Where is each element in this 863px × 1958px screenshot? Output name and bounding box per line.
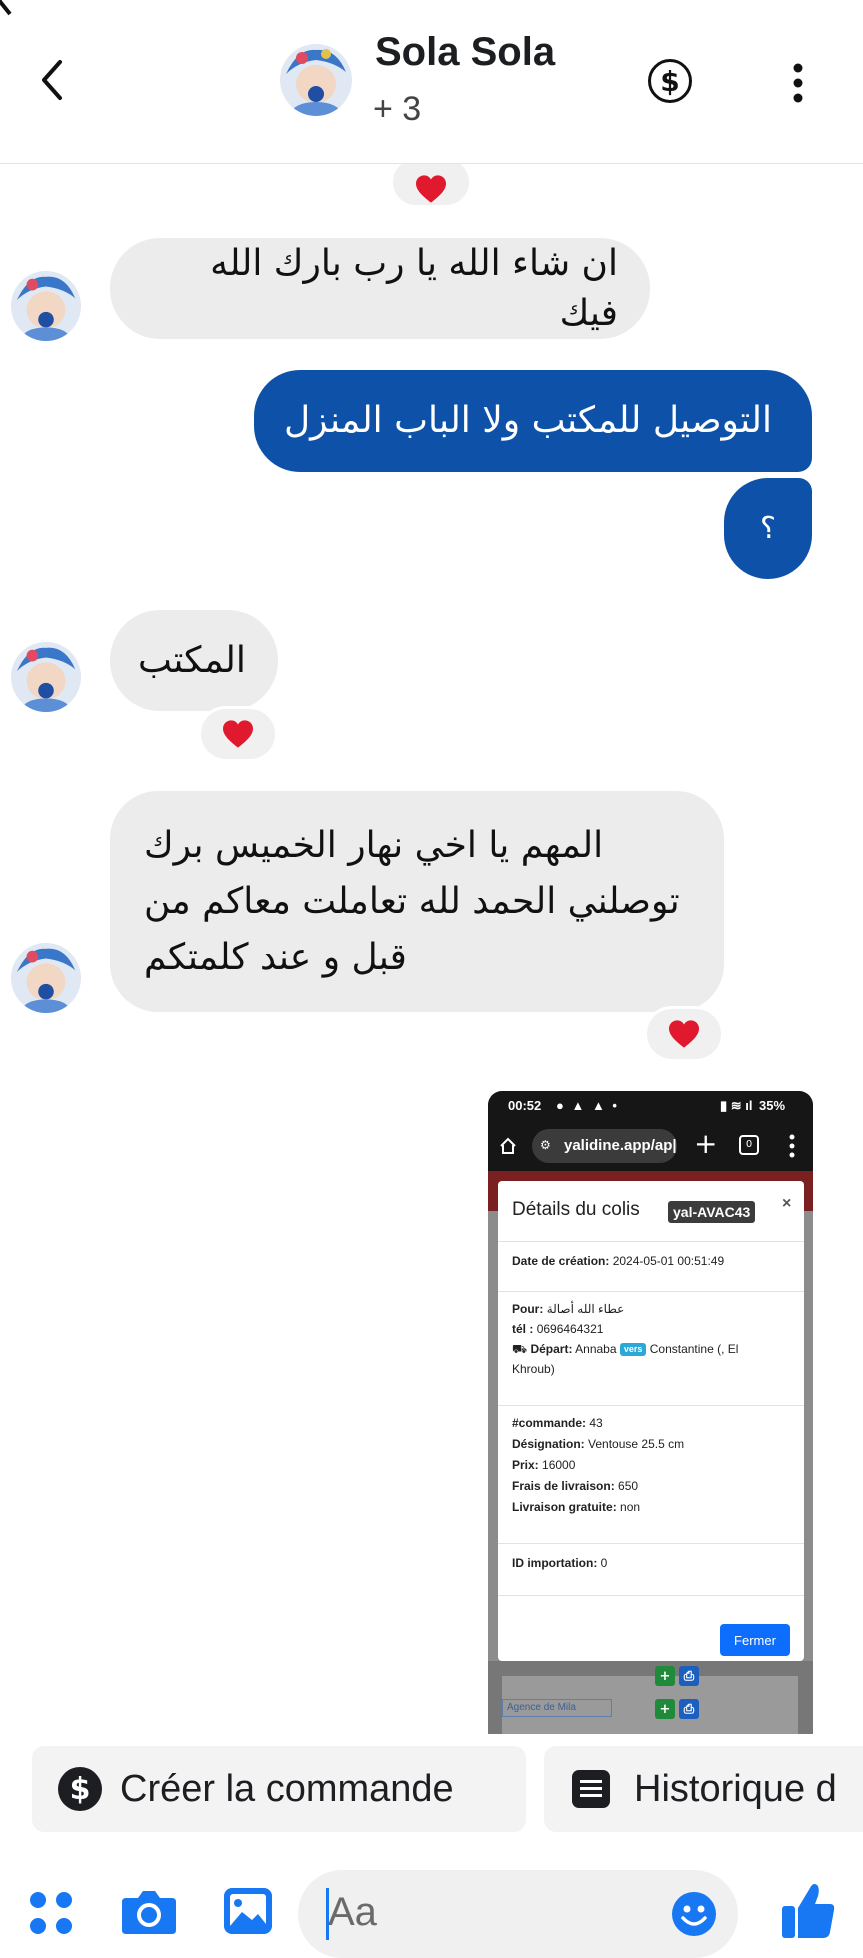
input-placeholder: Aa: [328, 1890, 377, 1934]
message-text: ان شاء الله يا رب بارك الله فيك: [210, 242, 618, 334]
create-order-button[interactable]: $ Créer la commande: [32, 1746, 526, 1832]
free-delivery-row: Livraison gratuite: non: [512, 1500, 641, 1514]
gallery-icon[interactable]: [222, 1886, 274, 1936]
back-arrow-icon[interactable]: [30, 50, 74, 110]
creation-date-row: Date de création: 2024-05-01 00:51:49: [512, 1254, 725, 1268]
url-field[interactable]: yalidine.app/ap|: [532, 1129, 677, 1163]
image-attachment[interactable]: 00:52 ● ▲ ▲ • ▮ ≋ ıl 35% yalidine.app/ap…: [488, 1091, 813, 1734]
like-thumb-icon[interactable]: [780, 1880, 836, 1940]
dollar-circle-icon: $: [58, 1767, 102, 1811]
message-line: المهم يا اخي نهار الخميس برك: [144, 824, 604, 866]
add-icon[interactable]: +: [655, 1699, 675, 1719]
delivery-fee-row: Frais de livraison: 650: [512, 1479, 639, 1493]
recipient-row: Pour: عطاء الله أصالة: [512, 1302, 625, 1316]
apps-grid-icon[interactable]: [28, 1890, 74, 1936]
quick-action-label: Créer la commande: [120, 1767, 454, 1810]
message-bubble-incoming[interactable]: المكتب: [110, 610, 278, 711]
modal-title: Détails du colis: [512, 1199, 640, 1220]
phone-row: tél : 0696464321: [512, 1322, 604, 1336]
message-bubble-outgoing[interactable]: ؟: [724, 478, 812, 579]
participants-count: + 3: [373, 90, 422, 128]
emoji-icon[interactable]: [670, 1890, 718, 1938]
heart-reaction[interactable]: [644, 1006, 724, 1062]
agency-label: Agence de Mila: [502, 1699, 612, 1717]
close-modal-button[interactable]: Fermer: [720, 1624, 790, 1656]
chat-header: Sola Sola + 3 $: [0, 0, 863, 164]
message-bubble-outgoing[interactable]: التوصيل للمكتب ولا الباب المنزل: [254, 370, 812, 472]
more-options-icon[interactable]: [786, 60, 810, 106]
sender-avatar[interactable]: [11, 943, 81, 1013]
phone-status-bar: 00:52 ● ▲ ▲ • ▮ ≋ ıl 35%: [488, 1091, 813, 1121]
divider: [498, 1241, 804, 1242]
message-bubble-incoming[interactable]: ان شاء الله يا رب بارك الله فيك: [110, 238, 650, 339]
designation-row: Désignation: Ventouse 25.5 cm: [512, 1437, 685, 1451]
message-text: ؟: [760, 510, 776, 546]
background-table: + ⎙ Agence de Mila + ⎙: [488, 1661, 813, 1734]
home-icon[interactable]: [498, 1136, 518, 1156]
sender-avatar[interactable]: [11, 642, 81, 712]
notification-icons: ● ▲ ▲ •: [556, 1098, 619, 1113]
heart-icon: [669, 1020, 699, 1048]
svg-text:$: $: [70, 1772, 91, 1807]
camera-icon[interactable]: [120, 1886, 178, 1936]
order-number-row: #commande: 43: [512, 1416, 603, 1430]
new-tab-icon[interactable]: +: [694, 1127, 717, 1160]
close-icon[interactable]: ×: [782, 1195, 791, 1213]
browser-menu-icon[interactable]: [788, 1133, 796, 1159]
message-bubble-incoming[interactable]: المهم يا اخي نهار الخميس برك توصلني الحم…: [110, 791, 724, 1012]
tabs-icon[interactable]: 0: [739, 1135, 759, 1155]
print-icon[interactable]: ⎙: [679, 1666, 699, 1686]
battery-level: 35%: [759, 1098, 786, 1113]
print-icon[interactable]: ⎙: [679, 1699, 699, 1719]
add-icon[interactable]: +: [655, 1666, 675, 1686]
status-time: 00:52: [508, 1098, 542, 1113]
route-icon: ⛟: [512, 1342, 528, 1356]
price-row: Prix: 16000: [512, 1458, 576, 1472]
departure-row-cont: Khroub): [512, 1362, 555, 1376]
heart-icon: [416, 175, 446, 203]
site-settings-icon[interactable]: ⚙: [540, 1138, 551, 1152]
browser-url-bar: yalidine.app/ap| ⚙ + 0: [488, 1121, 813, 1171]
message-text: المكتب: [138, 639, 246, 681]
message-line: توصلني الحمد لله تعاملت معاكم من: [144, 880, 680, 922]
history-button[interactable]: Historique d: [544, 1746, 863, 1832]
divider: [498, 1543, 804, 1544]
payment-dollar-icon[interactable]: $: [648, 59, 692, 103]
list-icon: [572, 1770, 610, 1808]
divider: [498, 1595, 804, 1596]
contact-avatar[interactable]: [280, 44, 352, 116]
contact-name[interactable]: Sola Sola: [375, 30, 555, 75]
tracking-badge: yal-AVAC43: [668, 1201, 756, 1223]
departure-row: ⛟ Départ: Annaba vers Constantine (, El: [512, 1342, 739, 1356]
close-corner-icon[interactable]: [0, 0, 20, 32]
quick-action-label: Historique d: [634, 1767, 837, 1810]
sender-avatar[interactable]: [11, 271, 81, 341]
parcel-details-modal: Détails du colis yal-AVAC43 × Date de cr…: [498, 1181, 804, 1661]
message-text: التوصيل للمكتب ولا الباب المنزل: [284, 400, 772, 441]
heart-reaction[interactable]: [198, 706, 278, 762]
divider: [498, 1405, 804, 1406]
heart-icon: [223, 720, 253, 748]
import-id-row: ID importation: 0: [512, 1556, 608, 1570]
message-input[interactable]: Aa: [298, 1870, 738, 1958]
divider: [498, 1291, 804, 1292]
signal-icon: ▮ ≋ ıl: [720, 1098, 753, 1113]
message-line: قبل و عند كلمتكم: [144, 936, 407, 978]
